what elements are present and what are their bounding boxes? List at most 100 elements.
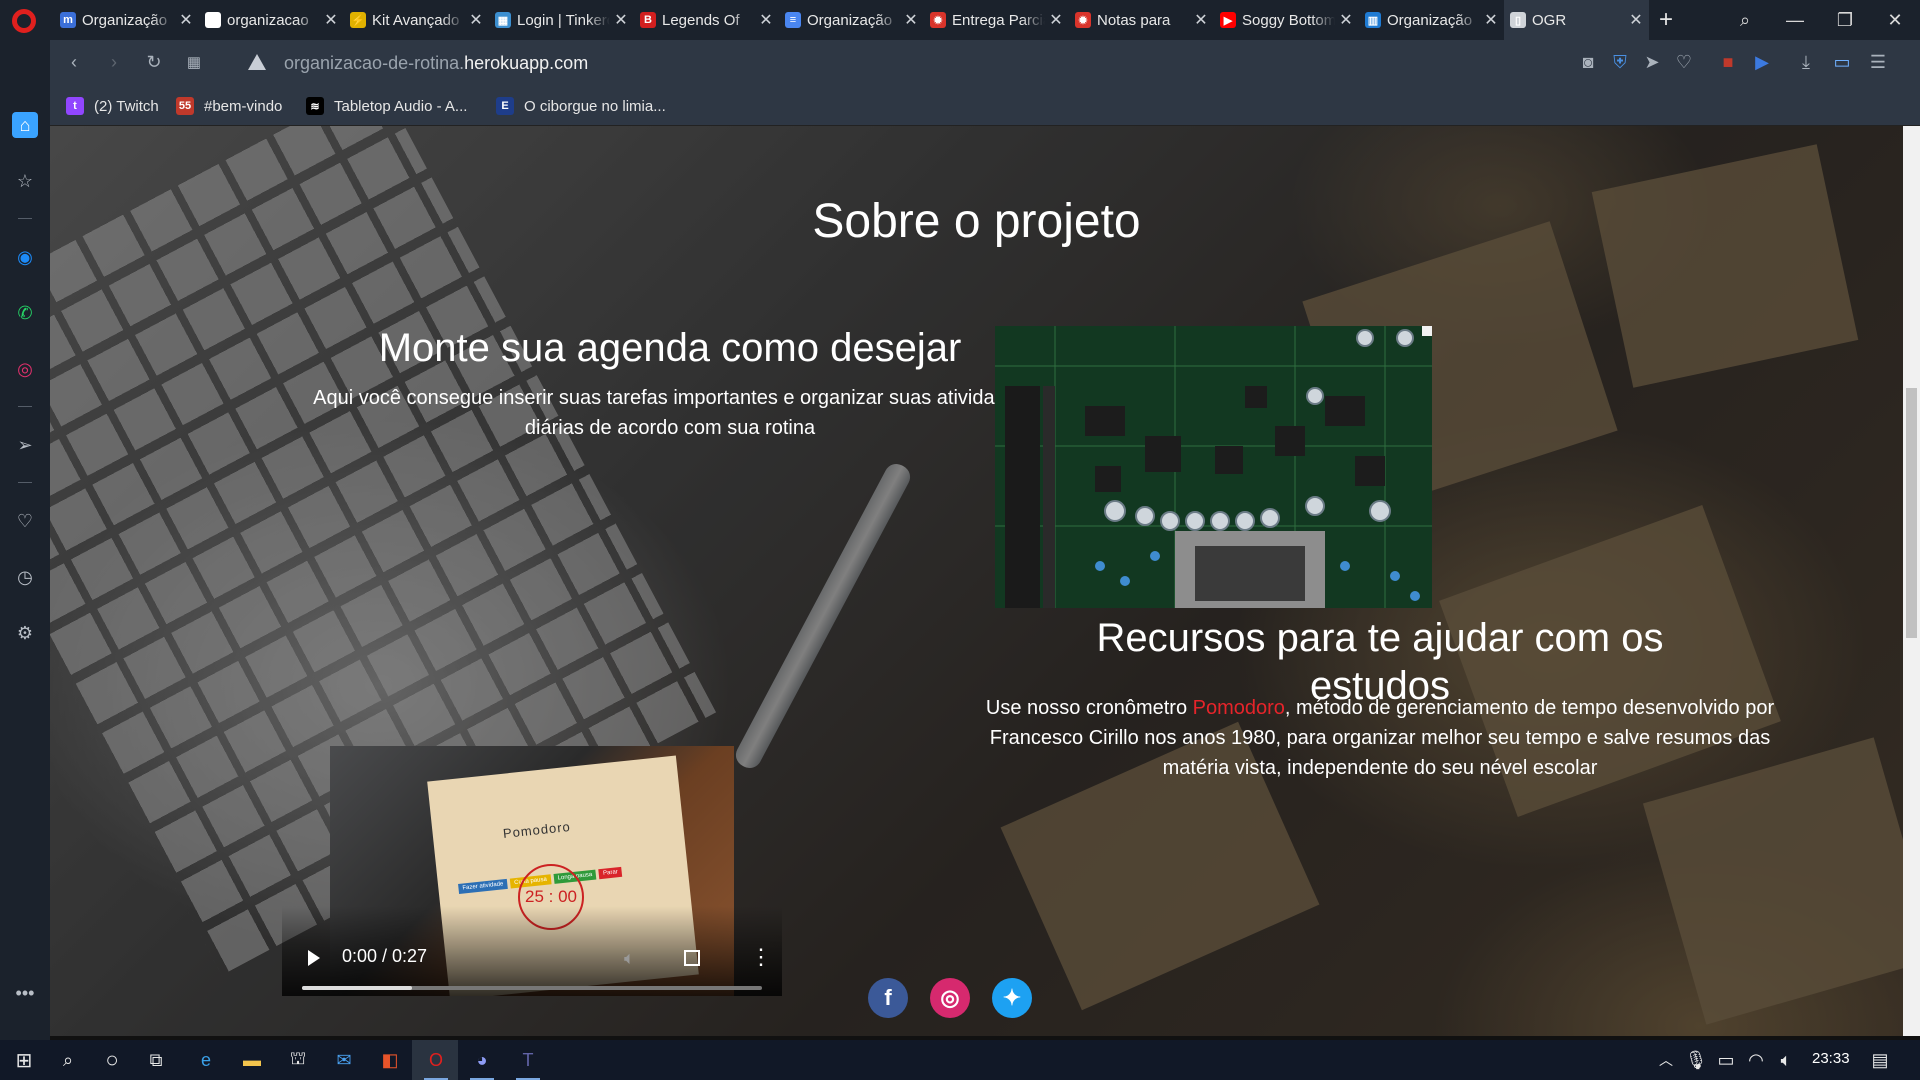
play-icon[interactable] (308, 950, 320, 966)
close-tab-icon[interactable]: ✕ (1484, 10, 1498, 30)
camera-icon[interactable]: ◙ (1576, 50, 1600, 74)
extension-cube-icon[interactable]: ■ (1716, 50, 1740, 74)
search-icon[interactable]: ⌕ (54, 1046, 82, 1074)
browser-tab[interactable]: ≡ Organização ✕ (779, 0, 924, 40)
address-toolbar: ‹ › ↻ ▦ organizacao-de-rotina.herokuapp.… (50, 40, 1920, 86)
tabletop-audio-icon: ≋ (306, 97, 324, 115)
section-title: Sobre o projeto (812, 195, 1141, 248)
teams-icon[interactable]: T (514, 1046, 542, 1080)
sidebar-divider (18, 482, 32, 483)
tabs-grid-icon[interactable]: ▦ (182, 50, 206, 74)
flow-icon[interactable]: ➢ (12, 432, 38, 458)
discord-server-icon: 55 (176, 97, 194, 115)
browser-tab[interactable]: ▯ OGR ✕ (1504, 0, 1649, 40)
more-vertical-icon[interactable]: ⋮ (750, 944, 772, 970)
close-tab-icon[interactable]: ✕ (1194, 10, 1208, 30)
chevron-up-icon[interactable]: ︿ (1652, 1046, 1680, 1074)
opera-logo-icon[interactable] (12, 9, 36, 33)
browser-tab[interactable]: ⚡ Kit Avançado ✕ (344, 0, 489, 40)
browser-tab[interactable]: B Legends Of ✕ (634, 0, 779, 40)
new-tab-button[interactable]: + (1649, 0, 1683, 40)
speaker-icon[interactable]: 🔈︎ (1772, 1046, 1800, 1074)
scrollbar-thumb[interactable] (1906, 388, 1917, 638)
reload-button[interactable]: ↻ (142, 50, 166, 74)
video-progress-bar[interactable] (302, 986, 762, 990)
browser-tab[interactable]: ▥ Organização ✕ (1359, 0, 1504, 40)
tab-title: Organização (1387, 11, 1473, 29)
tab-title: Entrega Parcial (952, 11, 1045, 29)
opera-taskbar-icon[interactable]: O (422, 1046, 450, 1080)
send-icon[interactable]: ➤ (1640, 50, 1664, 74)
page-scrollbar[interactable] (1903, 126, 1920, 1036)
close-tab-icon[interactable]: ✕ (324, 10, 338, 30)
close-tab-icon[interactable]: ✕ (1049, 10, 1063, 30)
tab-title: OGR (1532, 11, 1567, 29)
battery-icon[interactable]: ▭ (1712, 1046, 1740, 1074)
browser-tab[interactable]: ▦ Login | Tinkercad✕ (489, 0, 634, 40)
messenger-icon[interactable]: ◉ (12, 244, 38, 270)
discord-icon[interactable]: ◕ (468, 1046, 496, 1080)
easy-setup-icon[interactable]: ☰ (1866, 50, 1890, 74)
task-view-icon[interactable]: ⧉ (142, 1046, 170, 1074)
browser-tab[interactable]: m Organização ✕ (54, 0, 199, 40)
close-tab-icon[interactable]: ✕ (179, 10, 193, 30)
heart-icon[interactable]: ♡ (1672, 50, 1696, 74)
url-text[interactable]: organizacao-de-rotina.herokuapp.com (284, 53, 588, 74)
more-dots-icon[interactable]: ••• (12, 980, 38, 1006)
wifi-icon[interactable]: ◠ (1742, 1046, 1770, 1074)
close-window-button[interactable]: ✕ (1870, 0, 1920, 40)
close-tab-icon[interactable]: ✕ (469, 10, 483, 30)
file-icon: ▯ (1510, 12, 1526, 28)
tab-search-icon[interactable]: ⌕ (1720, 0, 1770, 40)
close-tab-icon[interactable]: ✕ (904, 10, 918, 30)
taskbar-clock[interactable]: 23:33 (1812, 1050, 1850, 1067)
bookmark-item[interactable]: E O ciborgue no limia... (496, 94, 666, 118)
browser-tab[interactable]: ● organizacao ✕ (199, 0, 344, 40)
instagram-icon[interactable]: ◎ (930, 978, 970, 1018)
browser-tab[interactable]: ✹ Entrega Parcial ✕ (924, 0, 1069, 40)
address-bar[interactable]: organizacao-de-rotina.herokuapp.com (240, 46, 1540, 80)
shield-icon[interactable]: ⛨ (1608, 50, 1632, 74)
bookmark-item[interactable]: 55 #bem-vindo (176, 94, 282, 118)
extension-cursor-icon[interactable]: ▶ (1750, 50, 1774, 74)
bookmark-item[interactable]: ≋ Tabletop Audio - A... (306, 94, 467, 118)
mail-icon[interactable]: ✉ (330, 1046, 358, 1074)
file-explorer-icon[interactable]: ▬ (238, 1046, 266, 1074)
windows-start-icon[interactable]: ⊞ (10, 1046, 38, 1074)
minimize-button[interactable]: — (1770, 0, 1820, 40)
settings-gear-icon[interactable]: ⚙ (12, 620, 38, 646)
pomodoro-link[interactable]: Pomodoro (1193, 697, 1285, 719)
store-icon[interactable]: ⛫ (284, 1046, 312, 1074)
close-tab-icon[interactable]: ✕ (614, 10, 628, 30)
pomodoro-video-player[interactable]: Pomodoro Fazer atividade Curta pausa Longa… (282, 746, 782, 996)
microphone-icon[interactable]: 🎙︎ (1682, 1046, 1710, 1074)
cortana-icon[interactable]: ○ (98, 1046, 126, 1074)
facebook-icon[interactable]: f (868, 978, 908, 1018)
fullscreen-icon[interactable] (684, 950, 700, 966)
browser-tab[interactable]: ▶ Soggy Bottom ✕ (1214, 0, 1359, 40)
back-button[interactable]: ‹ (62, 50, 86, 74)
forward-button[interactable]: › (102, 50, 126, 74)
tab-title: Organização (807, 11, 893, 29)
browser-tab[interactable]: ✹ Notas para ✕ (1069, 0, 1214, 40)
bookmark-item[interactable]: t (2) Twitch (66, 94, 159, 118)
close-tab-icon[interactable]: ✕ (759, 10, 773, 30)
close-tab-icon[interactable]: ✕ (1339, 10, 1353, 30)
instagram-sidebar-icon[interactable]: ◎ (12, 356, 38, 382)
heart-sidebar-icon[interactable]: ♡ (12, 508, 38, 534)
warning-icon[interactable] (248, 54, 266, 70)
notifications-icon[interactable]: ▤ (1866, 1046, 1894, 1074)
twitter-icon[interactable]: ✦ (992, 978, 1032, 1018)
history-clock-icon[interactable]: ◷ (12, 564, 38, 590)
home-icon[interactable]: ⌂ (12, 112, 38, 138)
download-icon[interactable]: ⤓ (1794, 50, 1818, 74)
volume-icon[interactable]: 🔈︎ (624, 948, 635, 969)
battery-saver-icon[interactable]: ▭ (1830, 50, 1854, 74)
restore-button[interactable]: ❐ (1820, 0, 1870, 40)
bookmark-label: #bem-vindo (204, 97, 283, 115)
office-icon[interactable]: ◧ (376, 1046, 404, 1074)
star-icon[interactable]: ☆ (12, 168, 38, 194)
whatsapp-icon[interactable]: ✆ (12, 300, 38, 326)
close-tab-icon[interactable]: ✕ (1629, 10, 1643, 30)
edge-icon[interactable]: e (192, 1046, 220, 1074)
